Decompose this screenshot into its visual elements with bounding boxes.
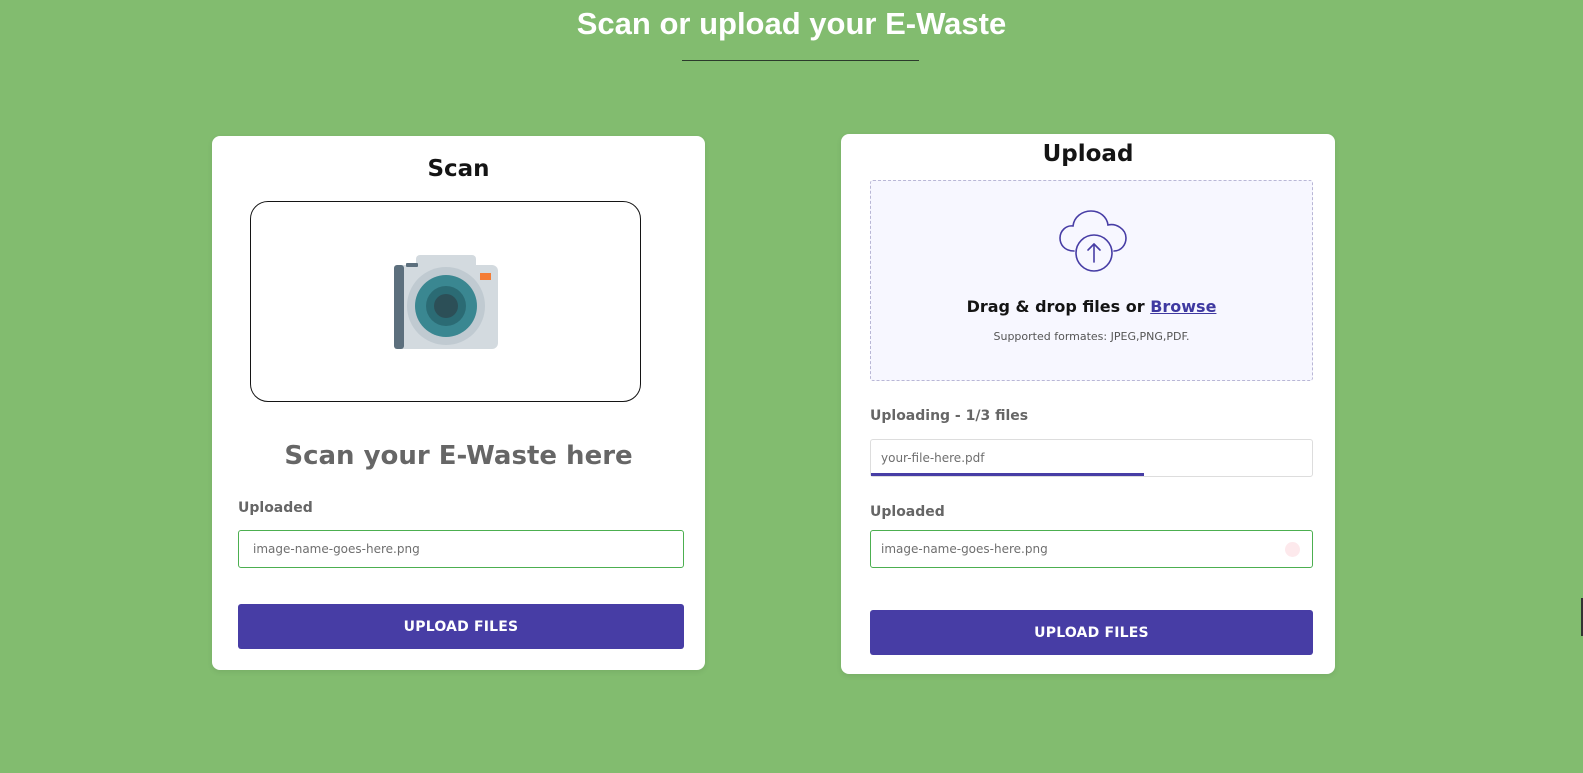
uploading-file-field: your-file-here.pdf <box>870 439 1313 477</box>
browse-link[interactable]: Browse <box>1150 297 1216 316</box>
page-title: Scan or upload your E-Waste <box>576 6 1007 41</box>
uploading-label: Uploading - 1/3 files <box>870 408 1029 424</box>
cloud-upload-icon <box>1059 210 1127 272</box>
camera-icon <box>393 254 498 349</box>
drop-zone[interactable]: Drag & drop files or Browse Supported fo… <box>870 180 1313 381</box>
scan-area[interactable] <box>250 201 641 402</box>
upload-heading: Upload <box>1042 141 1134 167</box>
uploaded-file-name: image-name-goes-here.png <box>253 542 420 556</box>
upload-card: Upload Drag & drop files or Browse Suppo… <box>841 134 1335 674</box>
scan-heading: Scan <box>427 156 490 182</box>
uploaded-file-name: image-name-goes-here.png <box>881 542 1048 556</box>
uploaded-label: Uploaded <box>238 500 313 516</box>
remove-file-icon[interactable] <box>1285 542 1300 557</box>
scan-card: Scan Scan your E-Waste here Uploaded ima… <box>212 136 705 670</box>
uploaded-label: Uploaded <box>870 504 945 520</box>
upload-files-button[interactable]: UPLOAD FILES <box>870 610 1313 655</box>
upload-progress-fill <box>871 473 1145 476</box>
scan-caption: Scan your E-Waste here <box>284 441 633 471</box>
upload-files-button[interactable]: UPLOAD FILES <box>238 604 684 649</box>
uploading-file-name: your-file-here.pdf <box>881 451 985 465</box>
drop-instructions: Drag & drop files or Browse <box>966 297 1217 316</box>
upload-progress-bar <box>871 473 1312 476</box>
uploaded-file-field[interactable]: image-name-goes-here.png <box>870 530 1313 568</box>
uploaded-file-field[interactable]: image-name-goes-here.png <box>238 530 684 568</box>
title-underline <box>682 60 919 61</box>
supported-formats: Supported formates: JPEG,PNG,PDF. <box>993 330 1190 343</box>
